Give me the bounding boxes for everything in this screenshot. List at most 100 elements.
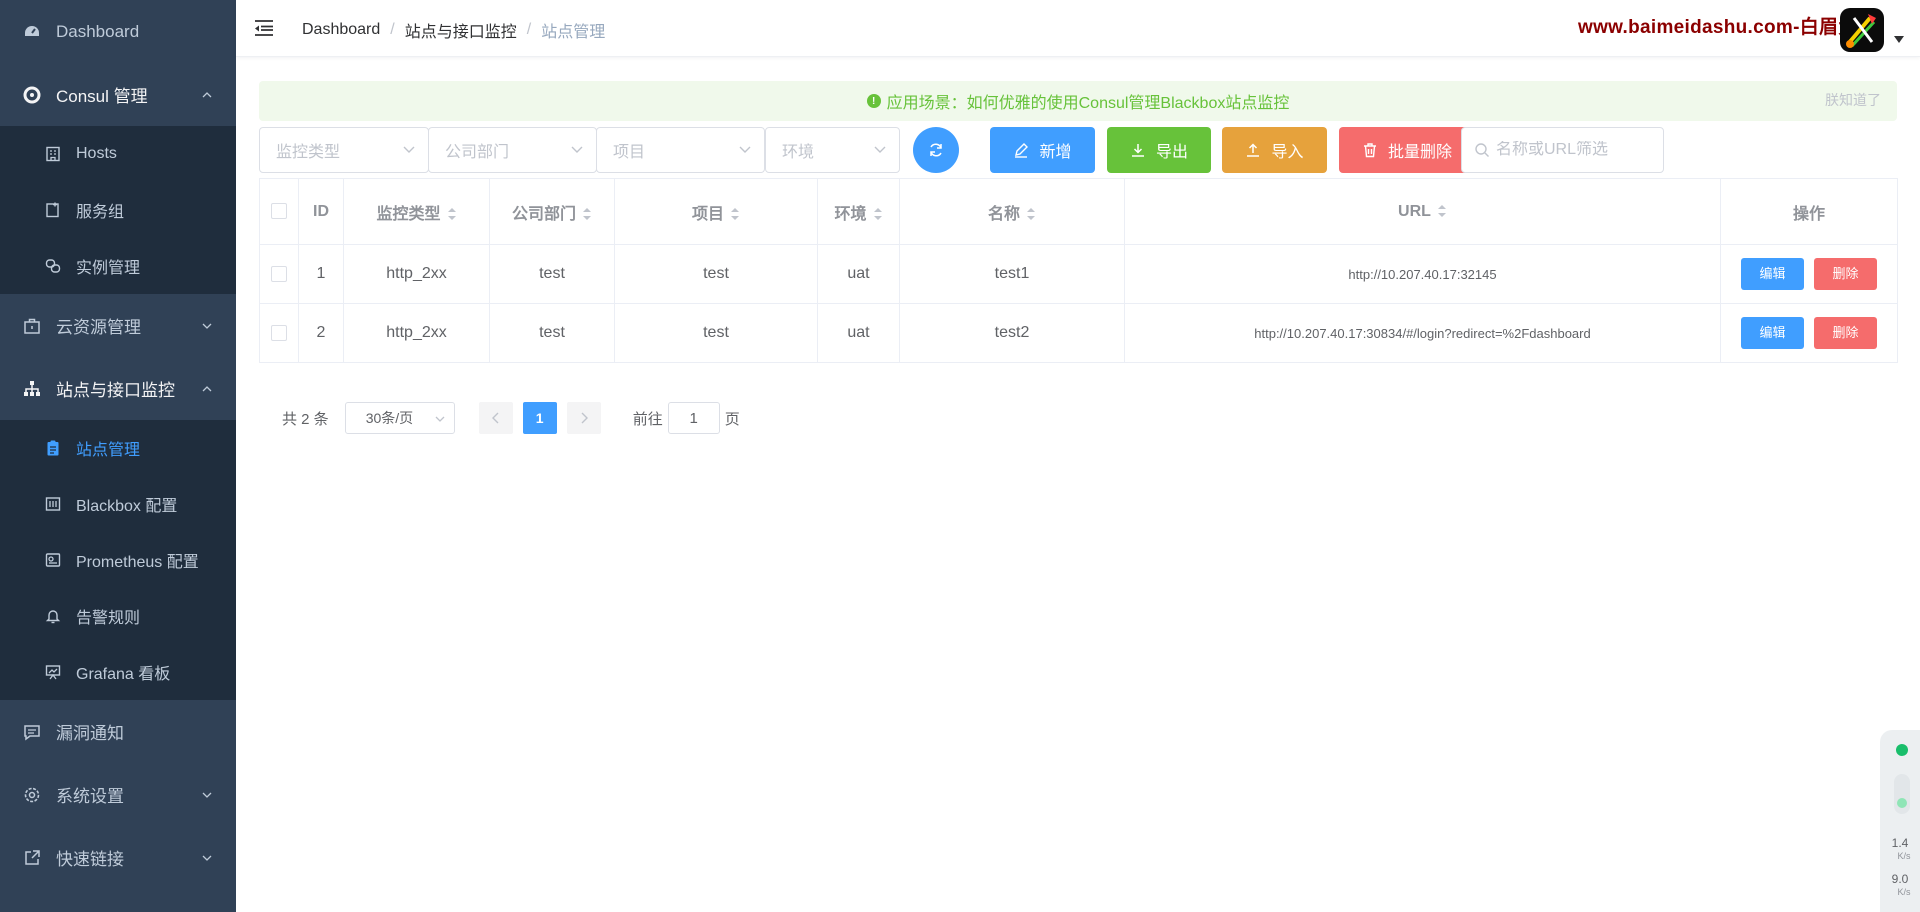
suitcase-icon [22, 316, 42, 336]
clipboard-icon [44, 439, 62, 457]
delete-button[interactable]: 删除 [1814, 258, 1877, 290]
filter-env[interactable]: 环境 [765, 127, 900, 173]
status-dot-icon [1896, 744, 1908, 756]
sort-icon[interactable] [873, 206, 883, 222]
sidebar-item-hosts[interactable]: Hosts [0, 126, 236, 182]
column-header[interactable]: 名称 [899, 178, 1125, 245]
edit-button[interactable]: 编辑 [1741, 258, 1804, 290]
pagination-total: 共 2 条 [282, 410, 329, 428]
sidebar-item-site-management[interactable]: 站点管理 [0, 420, 236, 476]
row-checkbox[interactable] [271, 265, 287, 282]
sidebar-item-prometheus[interactable]: Prometheus 配置 [0, 532, 236, 588]
goto-page-input[interactable] [667, 402, 720, 434]
cell-dept: test [489, 303, 615, 363]
column-label: 公司部门 [511, 205, 576, 223]
sidebar-item-quick-links[interactable]: 快速链接 [0, 826, 236, 889]
sidebar-item-site-monitor[interactable]: 站点与接口监控 [0, 357, 236, 420]
download-speed: 9.0 [1891, 872, 1909, 886]
edit-icon [1013, 142, 1029, 158]
filter-project[interactable]: 项目 [596, 127, 765, 173]
breadcrumb-site-monitor[interactable]: 站点与接口监控 [405, 18, 517, 42]
chevron-down-icon [202, 792, 212, 798]
goto-label: 前往 [632, 410, 663, 428]
sidebar-item-label: Consul 管理 [56, 87, 148, 106]
upload-speed: 1.4 [1891, 836, 1909, 850]
column-header[interactable]: 监控类型 [343, 178, 490, 245]
select-all-checkbox[interactable] [271, 203, 287, 220]
breadcrumb-separator: / [390, 21, 395, 38]
hamburger-icon[interactable] [254, 18, 274, 38]
sidebar: Dashboard Consul 管理 Hosts 服务组 实例管理 云资源管理… [0, 0, 236, 912]
cell-url: http://10.207.40.17:30834/#/login?redire… [1124, 303, 1721, 363]
alert-dismiss[interactable]: 朕知道了 [1825, 90, 1881, 110]
sidebar-item-vuln[interactable]: 漏洞通知 [0, 700, 236, 763]
download-icon [1130, 142, 1146, 158]
delete-button[interactable]: 删除 [1814, 317, 1877, 349]
sidebar-item-dashboard[interactable]: Dashboard [0, 0, 236, 63]
sidebar-item-blackbox[interactable]: Blackbox 配置 [0, 476, 236, 532]
page-size-select[interactable]: 30条/页 [344, 402, 455, 434]
page-jumper: 前往 页 [633, 402, 740, 434]
main-content: ! 应用场景：如何优雅的使用Consul管理Blackbox站点监控 朕知道了 … [236, 57, 1920, 912]
sort-icon[interactable] [1437, 203, 1447, 219]
column-label: 名称 [987, 205, 1020, 223]
export-button[interactable]: 导出 [1107, 127, 1211, 173]
sort-icon[interactable] [1026, 206, 1036, 222]
filter-monitor-type[interactable]: 监控类型 [259, 127, 429, 173]
prev-page-button[interactable] [478, 402, 513, 434]
import-button-label: 导入 [1271, 144, 1304, 161]
search-box[interactable] [1461, 127, 1664, 173]
sidebar-item-grafana[interactable]: Grafana 看板 [0, 644, 236, 700]
column-header[interactable]: 环境 [817, 178, 900, 245]
cell-actions: 编辑 删除 [1720, 303, 1898, 363]
column-header[interactable]: 项目 [614, 178, 818, 245]
column-label: 监控类型 [376, 205, 441, 223]
info-alert: ! 应用场景：如何优雅的使用Consul管理Blackbox站点监控 朕知道了 [259, 81, 1897, 121]
cell-url: http://10.207.40.17:32145 [1124, 244, 1721, 304]
column-header: ID [298, 178, 344, 245]
sort-icon[interactable] [447, 206, 457, 222]
next-page-button[interactable] [566, 402, 601, 434]
download-unit: K/s [1897, 887, 1911, 897]
dashboard-icon [22, 22, 42, 42]
cell-project: test [614, 244, 818, 304]
column-header[interactable]: 公司部门 [489, 178, 615, 245]
breadcrumb-dashboard[interactable]: Dashboard [302, 21, 380, 39]
sidebar-item-settings[interactable]: 系统设置 [0, 763, 236, 826]
table-row: 1 http_2xx test test uat test1 http://10… [259, 244, 1898, 304]
edit-button[interactable]: 编辑 [1741, 317, 1804, 349]
sidebar-item-consul[interactable]: Consul 管理 [0, 63, 236, 126]
table-row: 2 http_2xx test test uat test2 http://10… [259, 303, 1898, 363]
sort-icon[interactable] [582, 206, 592, 222]
page-button[interactable]: 1 [522, 402, 557, 434]
building-icon [44, 145, 62, 163]
export-button-label: 导出 [1155, 144, 1188, 161]
refresh-icon [930, 143, 942, 157]
network-speed-widget[interactable]: 1.4 K/s 9.0 K/s [1880, 730, 1920, 912]
sidebar-item-instances[interactable]: 实例管理 [0, 238, 236, 294]
column-header: 操作 [1720, 178, 1898, 245]
sidebar-item-label: Hosts [76, 145, 117, 162]
site-submenu: 站点管理 Blackbox 配置 Prometheus 配置 告警规则 Graf… [0, 420, 236, 700]
add-button[interactable]: 新增 [990, 127, 1095, 173]
row-checkbox[interactable] [271, 324, 287, 341]
sort-icon[interactable] [730, 206, 740, 222]
refresh-button[interactable] [913, 127, 959, 173]
sidebar-item-label: 告警规则 [76, 610, 141, 627]
caret-down-icon[interactable] [1894, 36, 1904, 44]
import-button[interactable]: 导入 [1222, 127, 1327, 173]
sidebar-item-alert-rules[interactable]: 告警规则 [0, 588, 236, 644]
data-board-icon [44, 495, 62, 513]
sidebar-item-service-group[interactable]: 服务组 [0, 182, 236, 238]
cell-name: test1 [899, 244, 1125, 304]
avatar[interactable] [1840, 8, 1884, 52]
chevron-down-icon [403, 146, 415, 153]
cell-id: 1 [298, 244, 344, 304]
column-header[interactable]: URL [1124, 178, 1721, 245]
filter-placeholder: 环境 [782, 144, 815, 161]
page-size-value: 30条/页 [365, 410, 414, 426]
filter-department[interactable]: 公司部门 [428, 127, 597, 173]
batch-delete-button[interactable]: 批量删除 [1339, 127, 1475, 173]
search-input[interactable] [1496, 141, 1656, 159]
sidebar-item-cloud[interactable]: 云资源管理 [0, 294, 236, 357]
